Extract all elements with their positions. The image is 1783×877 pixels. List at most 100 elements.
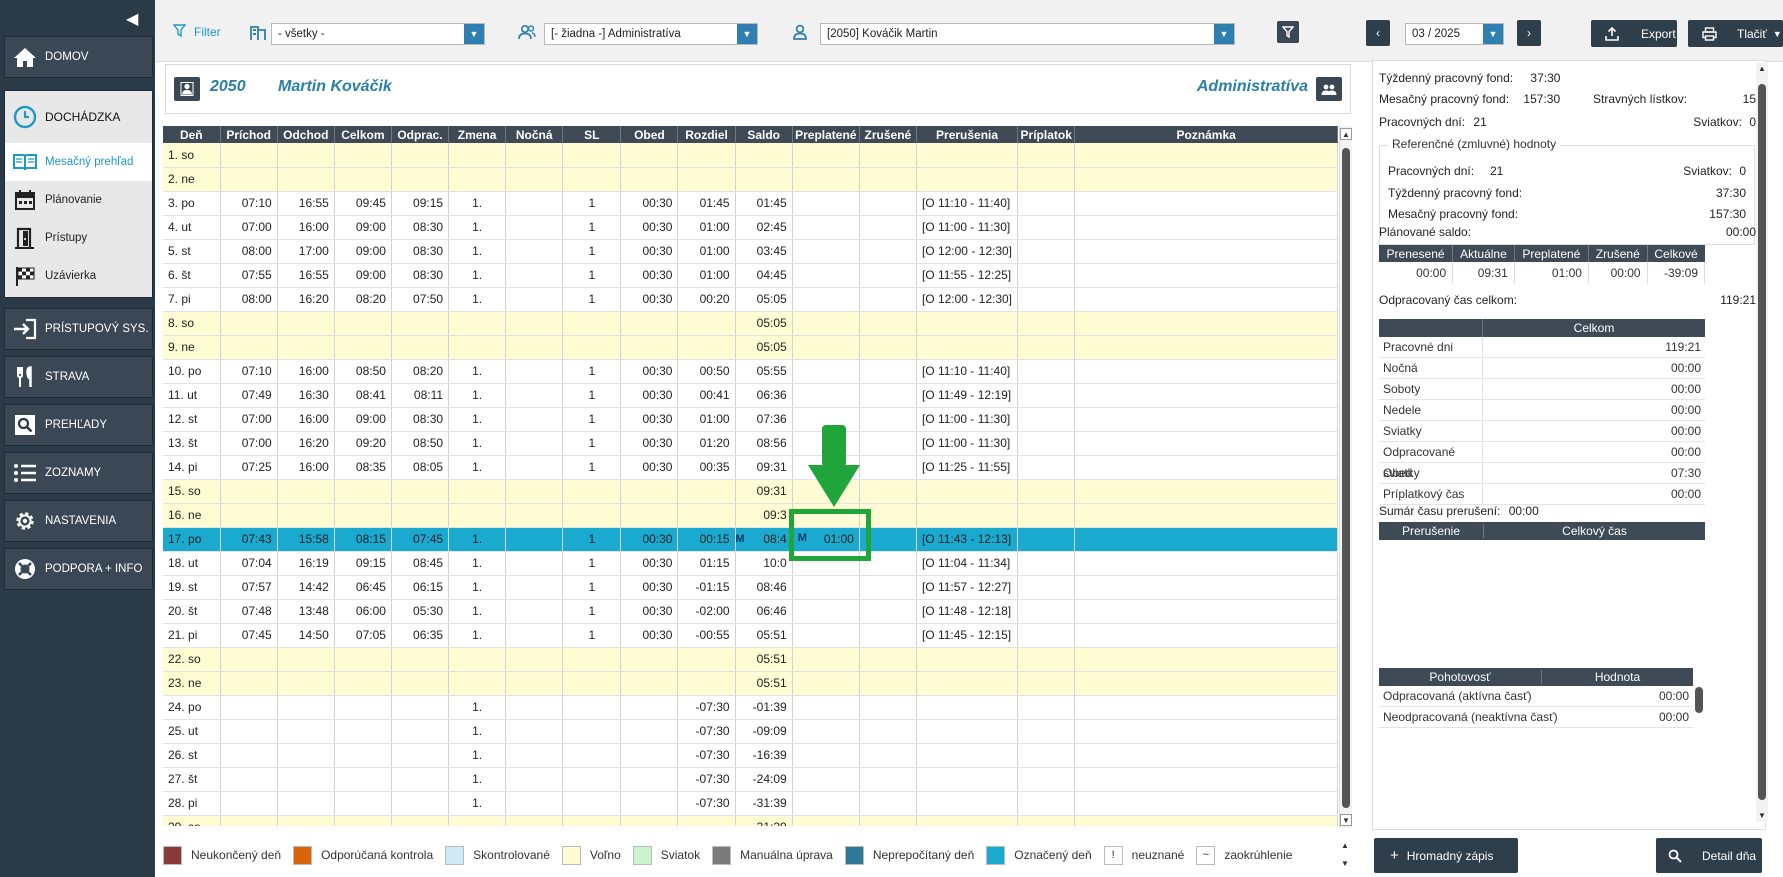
bulk-entry-label: Hromadný zápis [1406, 848, 1494, 863]
legend-scroll[interactable]: ▲ ▼ [1339, 840, 1351, 870]
cell-pr: [O 12:00 - 12:30] [916, 239, 1019, 264]
print-button[interactable]: Tlačiť ▼ [1688, 20, 1783, 47]
table-row[interactable]: 17. po 07:43 15:58 08:15 07:45 1. 1 00:30 00:15 M… [163, 527, 1338, 552]
column-header[interactable]: SL [562, 126, 622, 143]
nav-pristupovy-sys[interactable]: PRÍSTUPOVÝ SYS. [4, 308, 153, 350]
table-row[interactable]: 14. pi 07:25 16:00 08:35 08:05 1. 1 00:30 00:35 0… [163, 455, 1338, 480]
nav-dochadzka[interactable]: DOCHÁDZKA [5, 91, 152, 143]
building-icon [250, 24, 266, 45]
table-row[interactable]: 18. ut 07:04 16:19 09:15 08:45 1. 1 00:30 01:15 1… [163, 551, 1338, 576]
table-row[interactable]: 3. po 07:10 16:55 09:45 09:15 1. 1 00:30 01:45 01… [163, 191, 1338, 216]
cell-pl [1017, 431, 1076, 456]
export-button[interactable]: Export [1591, 20, 1677, 47]
table-row[interactable]: 8. so 05:05 [163, 311, 1338, 336]
column-header[interactable]: Odprac. [391, 126, 450, 143]
scroll-down-icon[interactable]: ▼ [1339, 858, 1351, 870]
table-row[interactable]: 20. št 07:48 13:48 06:00 05:30 1. 1 00:30 -02:00… [163, 599, 1338, 624]
table-row[interactable]: 19. st 07:57 14:42 06:45 06:15 1. 1 00:30 -01:15… [163, 575, 1338, 600]
cell-z: 1. [448, 263, 507, 288]
column-header[interactable]: Prerušenia [916, 126, 1019, 143]
nav-strava[interactable]: STRAVA [4, 356, 153, 398]
department-select[interactable]: [- žiadna -] Administratíva ▼ [544, 23, 758, 45]
prev-period-button[interactable]: ‹ [1366, 20, 1390, 46]
column-header[interactable]: Saldo [735, 126, 793, 143]
scroll-up-icon[interactable]: ▲ [1756, 64, 1768, 73]
column-header[interactable]: Odchod [277, 126, 335, 143]
cell-pp [792, 383, 860, 408]
table-row[interactable]: 29. so -31:39 [163, 815, 1338, 826]
table-row[interactable]: 23. ne 05:51 [163, 671, 1338, 696]
column-header[interactable]: Deň [163, 126, 221, 143]
table-row[interactable]: 28. pi 1. -07:30 -31:39 [163, 791, 1338, 816]
table-row[interactable]: 4. ut 07:00 16:00 09:00 08:30 1. 1 00:30 01:00 02… [163, 215, 1338, 240]
column-header[interactable]: Celkom [334, 126, 392, 143]
person-select[interactable]: [2050] Kováčik Martin ▼ [820, 23, 1235, 45]
scroll-thumb[interactable] [1342, 148, 1350, 808]
table-row[interactable]: 15. so 09:31 [163, 479, 1338, 504]
collapse-sidebar-icon[interactable]: ◀ [126, 12, 138, 28]
filter-button[interactable]: Filter [172, 24, 221, 40]
table-row[interactable]: 7. pi 08:00 16:20 08:20 07:50 1. 1 00:30 00:20 05… [163, 287, 1338, 312]
nav-nastavenia[interactable]: NASTAVENIA [4, 500, 153, 542]
summary-scrollbar[interactable]: ▲ ▼ [1756, 62, 1768, 822]
chevron-down-icon[interactable]: ▼ [1483, 24, 1503, 44]
table-row[interactable]: 16. ne 09:3 [163, 503, 1338, 528]
sidebar-item-mesacny-prehlad[interactable]: Mesačný prehľad [5, 143, 152, 181]
table-row[interactable]: 26. st 1. -07:30 -16:39 [163, 743, 1338, 768]
nav-podpora[interactable]: PODPORA + INFO [4, 548, 153, 590]
scroll-up-icon[interactable]: ▲ [1340, 128, 1352, 140]
cell-sl [562, 695, 622, 720]
day-detail-button[interactable]: Detail dňa [1656, 838, 1762, 873]
scroll-thumb[interactable] [1758, 84, 1766, 800]
cell-o: 16:30 [277, 383, 335, 408]
nav-prehlady[interactable]: PREHĽADY [4, 404, 153, 446]
table-row[interactable]: 5. st 08:00 17:00 09:00 08:30 1. 1 00:30 01:00 03… [163, 239, 1338, 264]
table-row[interactable]: 22. so 05:51 [163, 647, 1338, 672]
column-header[interactable]: Poznámka [1074, 126, 1338, 143]
table-row[interactable]: 21. pi 07:45 14:50 07:05 06:35 1. 1 00:30 -00:55… [163, 623, 1338, 648]
table-row[interactable]: 6. št 07:55 16:55 09:00 08:30 1. 1 00:30 01:00 04… [163, 263, 1338, 288]
column-header[interactable]: Nočná [505, 126, 564, 143]
next-period-button[interactable]: › [1517, 20, 1541, 46]
table-row[interactable]: 2. ne [163, 167, 1338, 192]
cell-r: 01:15 [677, 551, 736, 576]
group-select[interactable]: - všetky - ▼ [271, 23, 485, 45]
column-header[interactable]: Preplatené [792, 126, 860, 143]
sidebar-item-pristupy[interactable]: Prístupy [5, 219, 152, 257]
table-row[interactable]: 1. so [163, 143, 1338, 168]
chevron-down-icon[interactable]: ▼ [1214, 24, 1234, 44]
cell-o: 13:48 [277, 599, 335, 624]
sidebar-item-uzavierka[interactable]: Uzávierka [5, 257, 152, 295]
column-header[interactable]: Rozdiel [677, 126, 736, 143]
table-row[interactable]: 13. št 07:00 16:20 09:20 08:50 1. 1 00:30 01:20 0… [163, 431, 1338, 456]
table-row[interactable]: 24. po 1. -07:30 -01:39 [163, 695, 1338, 720]
chevron-down-icon[interactable]: ▼ [737, 24, 757, 44]
scroll-down-icon[interactable]: ▼ [1756, 811, 1768, 820]
column-header[interactable]: Zrušené [859, 126, 917, 143]
grid-scrollbar[interactable]: ▲ ▼ [1339, 126, 1352, 828]
column-header[interactable]: Obed [620, 126, 679, 143]
nav-domov[interactable]: DOMOV [4, 36, 153, 78]
standby-scroll-thumb[interactable] [1695, 687, 1703, 713]
chevron-down-icon[interactable]: ▼ [464, 24, 484, 44]
worked-total-label: Odpracovaný čas celkom: [1379, 293, 1518, 307]
cell-s: 05:05 [735, 335, 793, 360]
bulk-entry-button[interactable]: + Hromadný zápis [1374, 838, 1518, 873]
nav-zoznamy[interactable]: ZOZNAMY [4, 452, 153, 494]
column-header[interactable]: Zmena [448, 126, 507, 143]
legend-item: ~ zaokrúhlenie [1196, 845, 1292, 865]
table-row[interactable]: 25. ut 1. -07:30 -09:09 [163, 719, 1338, 744]
column-header[interactable]: Príplatok [1017, 126, 1076, 143]
column-header[interactable]: Príchod [220, 126, 278, 143]
scroll-down-icon[interactable]: ▼ [1340, 814, 1352, 826]
scroll-up-icon[interactable]: ▲ [1339, 840, 1351, 852]
table-row[interactable]: 9. ne 05:05 [163, 335, 1338, 360]
table-row[interactable]: 27. št 1. -07:30 -24:09 [163, 767, 1338, 792]
table-row[interactable]: 12. st 07:00 16:00 09:00 08:30 1. 1 00:30 01:00 0… [163, 407, 1338, 432]
cell-sl [562, 335, 622, 360]
table-row[interactable]: 11. ut 07:49 16:30 08:41 08:11 1. 1 00:30 00:41 0… [163, 383, 1338, 408]
period-select[interactable]: 03 / 2025 ▼ [1405, 23, 1504, 45]
table-row[interactable]: 10. po 07:10 16:00 08:50 08:20 1. 1 00:30 00:50 0… [163, 359, 1338, 384]
funnel-filter-button[interactable] [1277, 21, 1299, 43]
sidebar-item-planovanie[interactable]: Plánovanie [5, 181, 152, 219]
